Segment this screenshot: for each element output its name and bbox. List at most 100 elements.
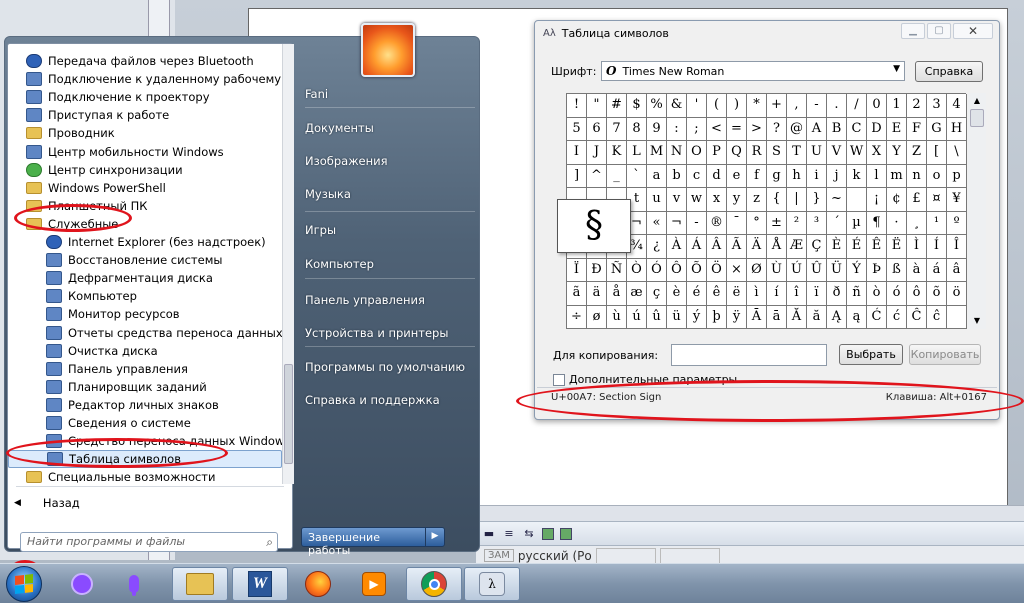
char-cell[interactable]: U [807,141,827,165]
char-cell[interactable]: + [767,94,787,118]
char-cell[interactable]: v [667,188,687,212]
program-item[interactable]: Отчеты средства переноса данных Wind [8,324,282,342]
char-cell[interactable]: ą [847,305,867,329]
program-item[interactable]: Таблица символов [8,450,282,469]
char-cell[interactable]: Û [807,258,827,282]
program-item[interactable]: Редактор личных знаков [8,396,282,414]
char-cell[interactable]: ´ [827,211,847,235]
char-cell[interactable]: × [727,258,747,282]
char-cell[interactable]: N [667,141,687,165]
char-cell[interactable]: é [687,282,707,306]
char-cell[interactable]: « [647,211,667,235]
char-cell[interactable]: ¯ [727,211,747,235]
char-cell[interactable]: { [767,188,787,212]
char-cell[interactable]: Í [927,235,947,259]
start-right-item[interactable]: Изображения [305,154,388,168]
char-cell[interactable]: Ã [727,235,747,259]
char-cell[interactable]: ¡ [867,188,887,212]
program-item[interactable]: Специальные возможности [8,468,282,484]
program-item[interactable]: Средство переноса данных Windows [8,432,282,450]
char-cell[interactable]: P [707,141,727,165]
char-cell[interactable]: M [647,141,667,165]
char-cell[interactable]: J [587,141,607,165]
minimize-icon[interactable]: ▁ [901,23,925,39]
font-select[interactable]: O Times New Roman ▼ [601,61,905,81]
char-cell[interactable]: Ì [907,235,927,259]
program-item[interactable]: Приступая к работе [8,106,282,124]
char-cell[interactable]: y [727,188,747,212]
char-cell[interactable]: Z [907,141,927,165]
program-item[interactable]: Центр мобильности Windows [8,143,282,161]
char-cell[interactable]: & [667,94,687,118]
char-cell[interactable]: i [807,164,827,188]
char-cell[interactable]: d [707,164,727,188]
char-cell[interactable]: ¢ [887,188,907,212]
char-cell[interactable]: ° [747,211,767,235]
char-cell[interactable]: 9 [647,117,667,141]
start-right-item[interactable]: Документы [305,121,374,135]
char-cell[interactable]: ³ [807,211,827,235]
char-cell[interactable]: ÷ [567,305,587,329]
start-right-item[interactable]: Панель управления [305,293,425,307]
taskbar-firefox[interactable] [290,567,346,601]
char-cell[interactable]: õ [927,282,947,306]
start-right-item[interactable]: Компьютер [305,257,374,271]
char-cell[interactable]: w [687,188,707,212]
char-cell[interactable]: ¶ [867,211,887,235]
char-cell[interactable]: ) [727,94,747,118]
3d-icon[interactable] [560,527,572,540]
char-cell[interactable]: z [747,188,767,212]
char-cell[interactable]: ^ [587,164,607,188]
program-item[interactable]: Подключение к проектору [8,88,282,106]
char-cell[interactable]: : [667,117,687,141]
char-cell[interactable]: F [907,117,927,141]
char-cell[interactable]: È [827,235,847,259]
char-cell[interactable]: E [887,117,907,141]
char-cell[interactable]: p [947,164,967,188]
char-cell[interactable]: ( [707,94,727,118]
shutdown-button[interactable]: Завершение работы ▶ [301,527,445,557]
char-cell[interactable]: À [667,235,687,259]
char-cell[interactable]: @ [787,117,807,141]
char-cell[interactable]: - [687,211,707,235]
char-cell[interactable]: Ò [627,258,647,282]
char-cell[interactable]: Õ [687,258,707,282]
char-cell[interactable]: Ê [867,235,887,259]
char-cell[interactable]: o [927,164,947,188]
program-item[interactable]: Служебные [8,215,282,233]
char-cell[interactable]: A [807,117,827,141]
help-button[interactable]: Справка [915,61,983,82]
char-cell[interactable]: k [847,164,867,188]
char-cell[interactable]: á [927,258,947,282]
char-cell[interactable]: ¤ [927,188,947,212]
char-cell[interactable]: Á [687,235,707,259]
char-cell[interactable]: ç [647,282,667,306]
char-cell[interactable]: £ [907,188,927,212]
char-cell[interactable]: u [647,188,667,212]
program-item[interactable]: Передача файлов через Bluetooth [8,52,282,70]
char-cell[interactable]: ê [707,282,727,306]
char-cell[interactable]: ĉ [927,305,947,329]
program-item[interactable]: Windows PowerShell [8,179,282,197]
start-button[interactable] [6,566,42,602]
start-right-item[interactable]: Музыка [305,187,351,201]
char-cell[interactable]: ¹ [927,211,947,235]
char-cell[interactable]: ã [567,282,587,306]
char-cell[interactable] [847,188,867,212]
char-cell[interactable]: 0 [867,94,887,118]
char-cell[interactable]: Ë [887,235,907,259]
copy-field[interactable] [671,344,827,366]
char-cell[interactable]: Q [727,141,747,165]
char-cell[interactable]: Î [947,235,967,259]
char-cell[interactable]: = [727,117,747,141]
program-item[interactable]: Планировщик заданий [8,378,282,396]
start-right-item[interactable]: Устройства и принтеры [305,326,448,340]
program-item[interactable]: Компьютер [8,287,282,305]
char-cell[interactable]: Ą [827,305,847,329]
char-cell[interactable]: ï [807,282,827,306]
select-button[interactable]: Выбрать [839,344,903,365]
char-cell[interactable]: Ü [827,258,847,282]
char-cell[interactable]: O [687,141,707,165]
advanced-view-checkbox[interactable] [553,373,565,386]
char-cell[interactable]: ý [687,305,707,329]
